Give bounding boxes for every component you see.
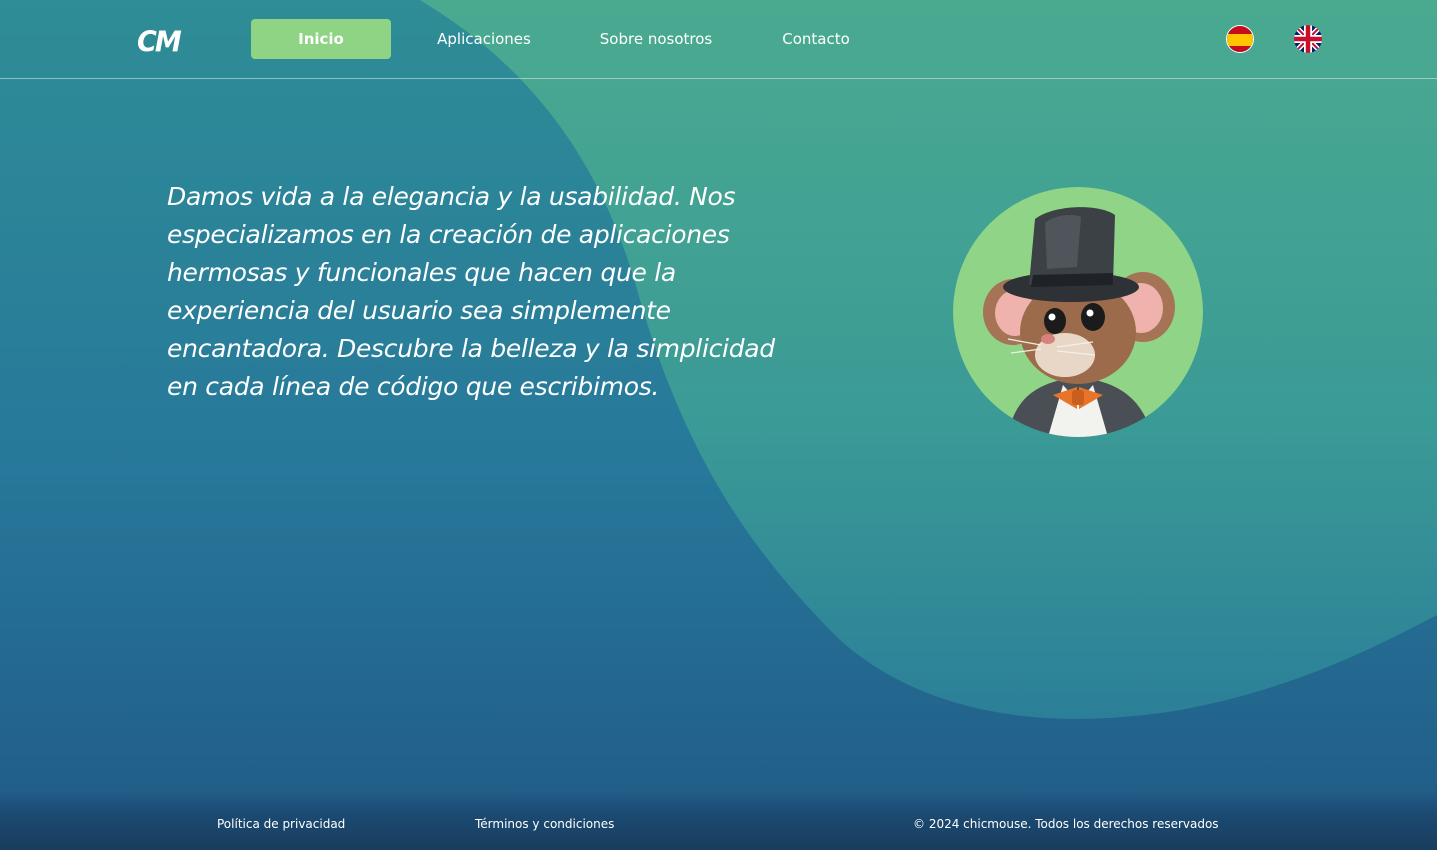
nav-sobre-nosotros[interactable]: Sobre nosotros	[588, 19, 724, 59]
uk-flag-icon[interactable]	[1294, 25, 1322, 53]
top-navigation-bar: CM Inicio Aplicaciones Sobre nosotros Co…	[0, 0, 1437, 79]
terms-and-conditions-link[interactable]: Términos y condiciones	[475, 816, 614, 832]
nav-aplicaciones[interactable]: Aplicaciones	[424, 19, 544, 59]
logo[interactable]: CM	[137, 27, 182, 59]
spain-flag-icon[interactable]	[1226, 25, 1254, 53]
privacy-policy-link[interactable]: Política de privacidad	[217, 816, 345, 832]
hero-tagline: Damos vida a la elegancia y la usabilida…	[167, 182, 775, 401]
nav-inicio[interactable]: Inicio	[251, 19, 391, 59]
mouse-mascot-image	[953, 187, 1203, 437]
footer: Política de privacidad Términos y condic…	[0, 790, 1437, 850]
nav-contacto[interactable]: Contacto	[768, 19, 864, 59]
copyright-text: © 2024 chicmouse. Todos los derechos res…	[913, 817, 1219, 831]
background-wave	[420, 0, 1437, 719]
